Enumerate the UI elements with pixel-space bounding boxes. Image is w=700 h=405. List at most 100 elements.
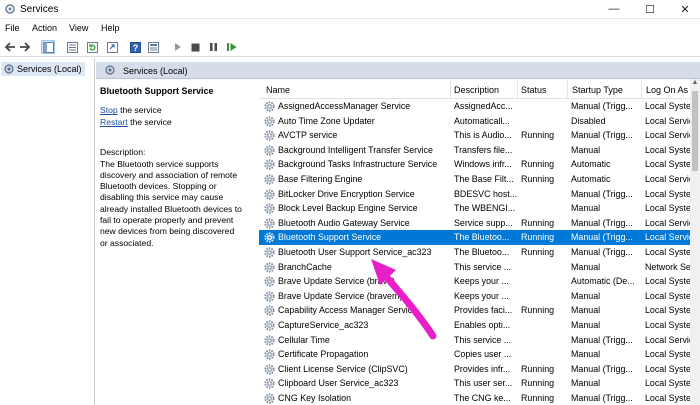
service-description-cell: BDESVC host... <box>454 188 518 199</box>
service-startup-type-cell: Automatic (De... <box>571 276 635 287</box>
stop-icon[interactable] <box>188 40 202 54</box>
service-name-cell: Client License Service (ClipSVC) <box>278 363 408 374</box>
column-header-startup-type[interactable]: Startup Type <box>572 85 623 95</box>
table-row-selected[interactable]: Bluetooth Support Service The Bluetoo... R… <box>259 230 700 245</box>
service-status-cell: Running <box>521 305 555 316</box>
service-name-cell: Background Tasks Infrastructure Service <box>278 159 438 170</box>
back-arrow-icon[interactable] <box>3 40 17 54</box>
services-gear-icon <box>105 65 115 75</box>
menu-action[interactable]: Action <box>32 23 57 33</box>
service-startup-type-cell: Automatic <box>571 173 611 184</box>
mmc-view-icon[interactable] <box>146 40 160 54</box>
menu-bar: File Action View Help <box>0 20 700 37</box>
refresh-icon[interactable] <box>85 40 99 54</box>
properties-list-icon[interactable] <box>65 40 79 54</box>
help-icon[interactable]: ? <box>128 40 142 54</box>
description-line: or associated. <box>100 237 154 248</box>
gear-icon <box>264 247 275 258</box>
pause-icon[interactable] <box>206 40 220 54</box>
table-row[interactable]: Background Tasks Infrastructure Service W… <box>259 157 700 172</box>
services-app-icon <box>5 4 15 14</box>
description-line: Bluetooth devices. Stopping or <box>100 181 217 192</box>
service-status-cell: Running <box>521 378 555 389</box>
selected-service-name: Bluetooth Support Service <box>100 86 214 96</box>
table-row[interactable]: Client License Service (ClipSVC) Provides… <box>259 362 700 377</box>
services-table: Name Description Status Startup Type Log… <box>259 79 700 405</box>
column-separator[interactable] <box>450 79 451 99</box>
service-description-cell: Copies user ... <box>454 349 512 360</box>
service-name-cell: Bluetooth Audio Gateway Service <box>278 217 410 228</box>
console-tree-icon[interactable] <box>41 40 55 54</box>
service-description-cell: Provides infr... <box>454 363 511 374</box>
scrollbar-thumb[interactable] <box>692 91 698 171</box>
gear-icon <box>264 130 275 141</box>
table-row[interactable]: Brave Update Service (brave) Keeps your .… <box>259 274 700 289</box>
table-row[interactable]: Base Filtering Engine The Base Filt... Run… <box>259 172 700 187</box>
service-description-cell: Automaticall... <box>454 115 510 126</box>
restart-service-link[interactable]: Restart <box>100 117 128 127</box>
description-line: discovery and association of remote <box>100 169 238 180</box>
table-row[interactable]: Capability Access Manager Service Provide… <box>259 303 700 318</box>
description-line: already installed Bluetooth devices to <box>100 203 242 214</box>
scroll-up-arrow-icon[interactable]: ▲ <box>690 79 700 89</box>
table-row[interactable]: CNG Key Isolation The CNG ke... Running Man… <box>259 391 700 405</box>
column-header-log-on-as[interactable]: Log On As <box>646 85 688 95</box>
stop-service-link[interactable]: Stop <box>100 105 118 115</box>
service-startup-type-cell: Manual <box>571 290 601 301</box>
service-name-cell: Clipboard User Service_ac323 <box>278 378 399 389</box>
table-body: AssignedAccessManager Service AssignedAcc… <box>259 99 700 405</box>
column-separator[interactable] <box>517 79 518 99</box>
column-separator[interactable] <box>567 79 568 99</box>
table-row[interactable]: Brave Update Service (bravem) Keeps your … <box>259 289 700 304</box>
table-row[interactable]: Block Level Backup Engine Service The WBE… <box>259 201 700 216</box>
table-row[interactable]: Clipboard User Service_ac323 This user se… <box>259 376 700 391</box>
column-header-name[interactable]: Name <box>266 85 290 95</box>
table-row[interactable]: Certificate Propagation Copies user ... Ma… <box>259 347 700 362</box>
table-row[interactable]: AVCTP service This is Audio... Running Manu… <box>259 128 700 143</box>
tree-item-label: Services (Local) <box>17 64 82 74</box>
service-name-cell: Certificate Propagation <box>278 349 369 360</box>
service-startup-type-cell: Manual <box>571 203 601 214</box>
pane-header: Services (Local) <box>96 62 700 79</box>
table-row[interactable]: Cellular Time This service ... Manual (Tri… <box>259 333 700 348</box>
table-row[interactable]: CaptureService_ac323 Enables opti... Manua… <box>259 318 700 333</box>
service-description-cell: This is Audio... <box>454 130 512 141</box>
restart-icon[interactable] <box>224 40 238 54</box>
forward-arrow-icon[interactable] <box>18 40 32 54</box>
play-icon[interactable] <box>171 40 185 54</box>
service-name-cell: Base Filtering Engine <box>278 173 363 184</box>
description-line: new devices from being discovered <box>100 226 235 237</box>
title-bar: Services — ☐ ✕ <box>0 0 700 19</box>
vertical-scrollbar[interactable]: ▲ <box>690 79 700 405</box>
service-startup-type-cell: Manual (Trigg... <box>571 101 633 111</box>
gear-icon <box>264 232 275 243</box>
column-header-status[interactable]: Status <box>521 85 547 95</box>
column-header-description[interactable]: Description <box>454 85 499 95</box>
service-startup-type-cell: Manual (Trigg... <box>571 217 633 228</box>
maximize-button[interactable]: ☐ <box>642 2 658 16</box>
column-separator[interactable] <box>641 79 642 99</box>
menu-view[interactable]: View <box>69 23 88 33</box>
tree-item-services-local[interactable]: Services (Local) <box>1 62 85 76</box>
gear-icon <box>264 305 275 316</box>
description-line: fail to operate properly and prevent <box>100 215 234 226</box>
table-row[interactable]: Bluetooth Audio Gateway Service Service s… <box>259 216 700 231</box>
menu-file[interactable]: File <box>5 23 20 33</box>
table-row[interactable]: Bluetooth User Support Service_ac323 The … <box>259 245 700 260</box>
table-row[interactable]: BranchCache This service ... Manual Network… <box>259 260 700 275</box>
gear-icon <box>264 174 275 185</box>
table-row[interactable]: BitLocker Drive Encryption Service BDESVC… <box>259 187 700 202</box>
export-icon[interactable] <box>105 40 119 54</box>
service-status-cell: Running <box>521 130 555 141</box>
service-status-cell: Running <box>521 246 555 257</box>
menu-help[interactable]: Help <box>101 23 120 33</box>
table-row[interactable]: AssignedAccessManager Service AssignedAcc… <box>259 99 700 114</box>
table-row[interactable]: Background Intelligent Transfer Service T… <box>259 143 700 158</box>
table-row[interactable]: Auto Time Zone Updater Automaticall... Dis… <box>259 114 700 129</box>
minimize-button[interactable]: — <box>606 2 622 16</box>
service-startup-type-cell: Manual (Trigg... <box>571 130 633 141</box>
close-button[interactable]: ✕ <box>677 2 693 16</box>
service-status-cell: Running <box>521 392 555 403</box>
service-name-cell: Auto Time Zone Updater <box>278 115 375 126</box>
service-status-cell: Running <box>521 217 555 228</box>
